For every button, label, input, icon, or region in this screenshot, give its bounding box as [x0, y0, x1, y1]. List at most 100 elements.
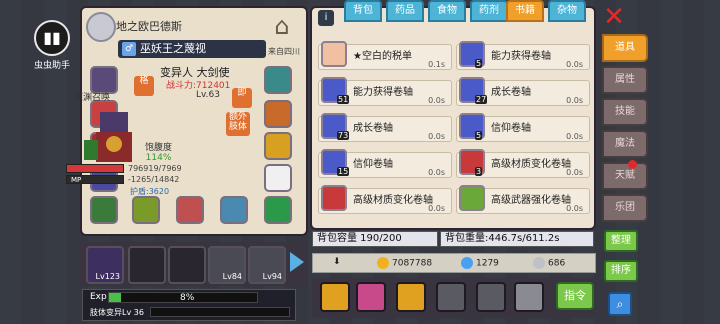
item-name: ★空白的税单 — [353, 51, 412, 62]
item-count: 5 — [475, 131, 483, 140]
action-sort-icon[interactable] — [320, 282, 350, 312]
hp-bar — [66, 164, 124, 173]
satiety-label: 饱腹度 — [145, 143, 173, 153]
gem-value: 1279 — [476, 258, 499, 269]
tier-label: 肢体变异Lv 36 — [90, 308, 144, 317]
item-count: 5 — [475, 59, 483, 68]
app-helper-button[interactable]: ▮▮ 虫虫助手 — [30, 20, 74, 78]
item-time: 0.0s — [566, 168, 583, 177]
companion-slot-5[interactable]: Lv94 — [248, 246, 286, 284]
tab-food[interactable]: 食物 — [428, 0, 466, 22]
gold-value: 7087788 — [392, 258, 433, 269]
item-name: 高级材质变化卷轴 — [353, 195, 433, 206]
tab-potion[interactable]: 药剂 — [470, 0, 508, 22]
sidetab-band[interactable]: 乐团 — [602, 194, 648, 222]
companion-level: Lv94 — [262, 272, 282, 281]
tab-medicine[interactable]: 药品 — [386, 0, 424, 22]
equip-slot-pet1[interactable] — [132, 196, 160, 224]
equip-slot-amulet[interactable] — [264, 132, 292, 160]
item-name: 成长卷轴 — [491, 87, 531, 98]
companion-slot-1[interactable]: Lv123 — [86, 246, 124, 284]
gold-coin-icon — [377, 257, 389, 269]
list-item[interactable]: 成长卷轴 0.0s 27 — [456, 77, 590, 106]
item-name: 成长卷轴 — [353, 123, 393, 134]
action-star-icon[interactable] — [396, 282, 426, 312]
action-sword-icon[interactable] — [436, 282, 466, 312]
hanger-icon[interactable]: ⌂ — [266, 12, 298, 46]
equip-slot-boots[interactable] — [90, 196, 118, 224]
sidetab-items[interactable]: 道具 — [602, 34, 648, 62]
download-icon[interactable]: ⬇ — [333, 257, 341, 267]
equip-slot-pet3[interactable] — [220, 196, 248, 224]
companion-level: Lv123 — [95, 272, 120, 281]
exp-fill — [109, 293, 121, 302]
currency-bar: ⬇ 7087788 1279 686 — [312, 253, 596, 273]
mp-label: MP — [71, 176, 82, 184]
equip-slot-relic[interactable] — [264, 196, 292, 224]
equip-slot-shield[interactable] — [264, 100, 292, 128]
close-icon[interactable]: ✕ — [602, 4, 626, 30]
exp-label: Exp — [90, 292, 107, 302]
item-time: 0.0s — [428, 96, 445, 105]
badge-ge[interactable]: 格 — [134, 76, 154, 96]
satiety-value: 114% — [145, 153, 172, 163]
list-item[interactable]: 信仰卷轴 0.0s 5 — [456, 113, 590, 142]
item-icon — [321, 185, 347, 211]
list-item[interactable]: 高级材质变化卷轴 0.0s — [318, 185, 452, 214]
item-time: 0.1s — [428, 60, 445, 69]
level-left: 深渊召唤 — [74, 93, 111, 103]
notification-dot — [628, 160, 637, 169]
tab-bag[interactable]: 背包 — [344, 0, 382, 22]
action-calendar-icon[interactable] — [356, 282, 386, 312]
list-item[interactable]: 能力获得卷轴 0.0s 51 — [318, 77, 452, 106]
item-time: 0.0s — [566, 132, 583, 141]
item-time: 0.0s — [566, 60, 583, 69]
list-item[interactable]: 信仰卷轴 0.0s 15 — [318, 149, 452, 178]
organize-button[interactable]: 整理 — [604, 230, 638, 252]
character-title-bar[interactable]: ♂ 巫妖王之蔑视 — [118, 40, 266, 58]
sidetab-skills[interactable]: 技能 — [602, 98, 648, 126]
list-item[interactable]: ★空白的税单 0.1s — [318, 41, 452, 70]
list-item[interactable]: 高级材质变化卷轴 0.0s 3 — [456, 149, 590, 178]
item-time: 0.0s — [566, 96, 583, 105]
book-icon: ▮▮ — [34, 20, 70, 56]
item-name: 信仰卷轴 — [491, 123, 531, 134]
item-count: 51 — [337, 95, 350, 104]
app-helper-label: 虫虫助手 — [33, 61, 70, 71]
mp-bar: MP — [66, 175, 124, 184]
badge-extra-limb[interactable]: 额外肢体 — [226, 112, 250, 136]
action-wand-icon[interactable] — [476, 282, 506, 312]
companion-slot-2[interactable] — [128, 246, 166, 284]
equip-slot-pet2[interactable] — [176, 196, 204, 224]
list-item[interactable]: 成长卷轴 0.0s 73 — [318, 113, 452, 142]
item-count: 73 — [337, 131, 350, 140]
list-item[interactable]: 能力获得卷轴 0.0s 5 — [456, 41, 590, 70]
action-favorite-icon[interactable] — [514, 282, 544, 312]
tab-misc[interactable]: 杂物 — [548, 0, 586, 22]
gem-currency: 1279 — [461, 257, 499, 269]
hp-value: 796919/7969 — [128, 164, 182, 173]
sort-button[interactable]: 排序 — [604, 260, 638, 282]
exp-percent: 8% — [180, 293, 195, 303]
mp-value: -1265/14842 — [128, 175, 180, 184]
list-item[interactable]: 高级武器强化卷轴 0.0s — [456, 185, 590, 214]
gem-icon — [461, 257, 473, 269]
companion-slot-4[interactable]: Lv84 — [208, 246, 246, 284]
gender-icon: ♂ — [122, 42, 136, 56]
item-name: 高级武器强化卷轴 — [491, 195, 571, 206]
item-icon — [321, 41, 347, 67]
equip-slot-ring[interactable] — [264, 164, 292, 192]
item-time: 0.0s — [428, 132, 445, 141]
info-icon[interactable]: i — [318, 10, 334, 26]
tab-books[interactable]: 书籍 — [506, 0, 544, 22]
sidetab-attributes[interactable]: 属性 — [602, 66, 648, 94]
crest-icon — [86, 12, 116, 42]
equip-slot-accessory[interactable] — [264, 66, 292, 94]
search-icon[interactable]: ⌕ — [608, 292, 632, 316]
command-button[interactable]: 指令 — [556, 282, 594, 310]
companion-slot-3[interactable] — [168, 246, 206, 284]
sidetab-talent[interactable]: 天赋 — [602, 162, 648, 190]
sidetab-magic[interactable]: 魔法 — [602, 130, 648, 158]
badge-ji[interactable]: 即 — [232, 88, 252, 108]
item-time: 0.0s — [428, 204, 445, 213]
